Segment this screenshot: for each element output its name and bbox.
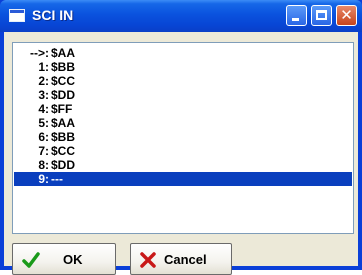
checkmark-icon (22, 252, 40, 268)
list-item-index: 9: (38, 172, 49, 186)
list-item-index: 8: (38, 158, 49, 172)
list-item[interactable]: 3: $DD (14, 88, 352, 102)
list-item[interactable]: -->: $AA (14, 46, 352, 60)
maximize-button[interactable] (311, 5, 332, 26)
ok-button[interactable]: OK (12, 243, 116, 275)
cancel-button-label: Cancel (164, 252, 207, 267)
list-item[interactable]: 1: $BB (14, 60, 352, 74)
list-item-value: $DD (51, 88, 76, 102)
close-button[interactable]: ✕ (336, 5, 357, 26)
window-icon (9, 9, 25, 22)
list-item-value: $BB (51, 60, 76, 74)
title-bar[interactable]: SCI IN ✕ (0, 0, 362, 32)
list-item-index: 3: (38, 88, 49, 102)
minimize-icon (292, 18, 299, 21)
sci-in-window: SCI IN ✕ -->: $AA 1: $BB 2: $CC 3: $DD 4: $FF 5: $A… (0, 0, 362, 275)
x-icon (140, 252, 156, 268)
list-item-value: $AA (51, 46, 76, 60)
minimize-button[interactable] (286, 5, 307, 26)
ok-button-label: OK (63, 252, 83, 267)
list-item-index: 6: (38, 130, 49, 144)
list-item-index: 1: (38, 60, 49, 74)
list-item-index: 2: (38, 74, 49, 88)
cancel-button[interactable]: Cancel (130, 243, 232, 275)
list-item-index: 5: (38, 116, 49, 130)
list-item[interactable]: 8: $DD (14, 158, 352, 172)
list-item-value: $CC (51, 144, 76, 158)
list-item[interactable]: 5: $AA (14, 116, 352, 130)
list-item-value: $CC (51, 74, 76, 88)
maximize-icon (316, 10, 327, 20)
list-item[interactable]: 2: $CC (14, 74, 352, 88)
list-item-index: 7: (38, 144, 49, 158)
list-item-index: 4: (38, 102, 49, 116)
list-item-value: $FF (51, 102, 73, 116)
dialog-client-area: -->: $AA 1: $BB 2: $CC 3: $DD 4: $FF 5: $AA 6: $BB 7: $… (4, 32, 358, 275)
list-item-value: $BB (51, 130, 76, 144)
list-item-value: --- (51, 172, 63, 186)
list-item[interactable]: 4: $FF (14, 102, 352, 116)
list-item[interactable]: 9: --- (14, 172, 352, 186)
list-item-value: $AA (51, 116, 76, 130)
list-item[interactable]: 7: $CC (14, 144, 352, 158)
list-item-index: -->: (30, 46, 49, 60)
list-item[interactable]: 6: $BB (14, 130, 352, 144)
close-icon: ✕ (340, 6, 353, 24)
list-item-value: $DD (51, 158, 76, 172)
sci-in-listbox[interactable]: -->: $AA 1: $BB 2: $CC 3: $DD 4: $FF 5: $AA 6: $BB 7: $… (12, 42, 354, 234)
window-title: SCI IN (32, 7, 74, 23)
